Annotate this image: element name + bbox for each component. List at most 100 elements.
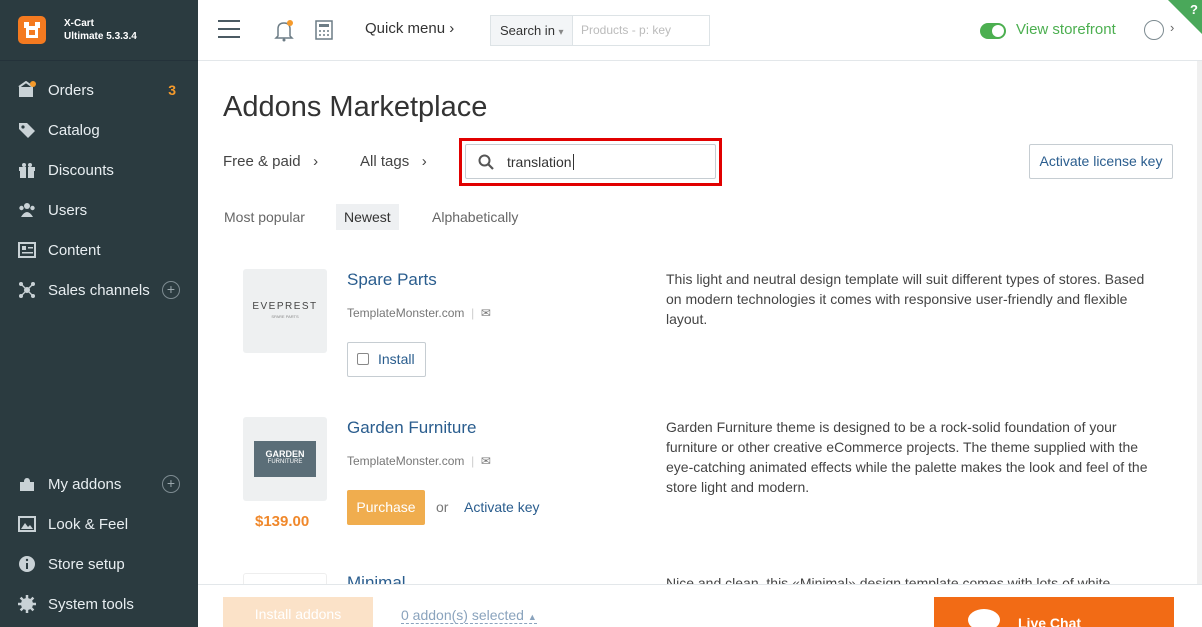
content-icon bbox=[18, 242, 36, 258]
or-text: or bbox=[436, 499, 449, 515]
add-sales-channel-plus-icon[interactable]: + bbox=[162, 281, 180, 299]
quick-menu[interactable]: Quick menu › bbox=[365, 20, 454, 37]
addon-title[interactable]: Spare Parts bbox=[347, 270, 437, 290]
sidebar-item-label: Content bbox=[48, 241, 101, 259]
install-addons-button[interactable]: Install addons bbox=[223, 597, 373, 627]
calculator-icon[interactable] bbox=[315, 20, 333, 40]
top-header: Quick menu › Search in ▾ Products - p: k… bbox=[198, 0, 1202, 61]
live-chat-label: Live Chat bbox=[1018, 615, 1082, 627]
storefront-toggle[interactable] bbox=[980, 23, 1006, 39]
sort-newest[interactable]: Newest bbox=[336, 204, 399, 230]
brand: X-Cart Ultimate 5.3.3.4 bbox=[0, 0, 198, 61]
live-chat-button[interactable]: Live Chat bbox=[934, 597, 1174, 627]
tags-filter[interactable]: All tags › bbox=[360, 153, 427, 170]
vendor-name: TemplateMonster.com bbox=[347, 454, 465, 468]
price-filter-label: Free & paid bbox=[223, 153, 301, 170]
search-in-label: Search in bbox=[500, 23, 555, 38]
install-label: Install bbox=[378, 351, 415, 367]
sidebar-item-label: Sales channels bbox=[48, 281, 150, 299]
install-checkbox[interactable] bbox=[357, 353, 369, 365]
search-in-select[interactable]: Search in ▾ bbox=[491, 16, 573, 45]
brand-version: Ultimate 5.3.3.4 bbox=[64, 31, 137, 42]
sidebar-item-orders[interactable]: Orders 3 bbox=[0, 70, 198, 110]
view-storefront-link[interactable]: View storefront bbox=[1016, 21, 1116, 38]
addon-price: $139.00 bbox=[255, 513, 310, 530]
activate-license-key-button[interactable]: Activate license key bbox=[1029, 144, 1173, 179]
bell-icon[interactable] bbox=[274, 20, 294, 42]
sidebar-item-system-tools[interactable]: System tools bbox=[0, 584, 198, 624]
quick-menu-label: Quick menu bbox=[365, 20, 446, 37]
header-search-input[interactable]: Products - p: key bbox=[573, 16, 709, 45]
sidebar-item-label: Look & Feel bbox=[48, 515, 129, 533]
main-content: Addons Marketplace Free & paid › All tag… bbox=[198, 61, 1197, 627]
selected-count-label: 0 addon(s) selected bbox=[401, 607, 524, 623]
chat-bubble-icon bbox=[968, 609, 1000, 627]
sidebar: X-Cart Ultimate 5.3.3.4 Orders 3 Catalog… bbox=[0, 0, 198, 627]
sidebar-item-label: Discounts bbox=[48, 161, 114, 179]
caret-up-icon: ▲ bbox=[527, 612, 537, 622]
page-title: Addons Marketplace bbox=[223, 91, 488, 123]
sidebar-item-label: Users bbox=[48, 201, 88, 219]
sidebar-item-label: Catalog bbox=[48, 121, 100, 139]
sidebar-item-label: System tools bbox=[48, 595, 134, 613]
chevron-right-icon: › bbox=[313, 153, 319, 170]
orders-count-badge: 3 bbox=[168, 82, 176, 98]
thumbnail-logo-text: GARDEN bbox=[265, 449, 305, 459]
envelope-icon[interactable]: ✉ bbox=[481, 306, 491, 320]
sidebar-item-label: Orders bbox=[48, 81, 94, 99]
brand-name: X-Cart bbox=[64, 18, 95, 29]
chevron-right-icon: › bbox=[449, 20, 455, 37]
sort-most-popular[interactable]: Most popular bbox=[216, 204, 313, 230]
header-search: Search in ▾ Products - p: key bbox=[490, 15, 710, 46]
sidebar-item-users[interactable]: Users bbox=[0, 190, 198, 230]
addon-title[interactable]: Garden Furniture bbox=[347, 418, 476, 438]
user-avatar-icon[interactable] bbox=[1144, 20, 1164, 40]
thumbnail-logo-text: EVEPREST bbox=[252, 301, 318, 312]
install-button[interactable]: Install bbox=[347, 342, 426, 377]
sidebar-item-discounts[interactable]: Discounts bbox=[0, 150, 198, 190]
add-addon-plus-icon[interactable]: + bbox=[162, 475, 180, 493]
activate-key-link[interactable]: Activate key bbox=[464, 499, 539, 515]
thumbnail-sub-text: SPARE PARTS bbox=[271, 314, 299, 319]
caret-down-icon: ▾ bbox=[558, 27, 564, 38]
sidebar-item-content[interactable]: Content bbox=[0, 230, 198, 270]
addon-description: This light and neutral design template w… bbox=[666, 271, 1145, 327]
bottom-action-bar: Install addons 0 addon(s) selected ▲ Liv… bbox=[198, 584, 1202, 627]
price-filter[interactable]: Free & paid › bbox=[223, 153, 318, 170]
selected-addons-toggle[interactable]: 0 addon(s) selected ▲ bbox=[401, 607, 537, 624]
sidebar-item-my-addons[interactable]: My addons + bbox=[0, 464, 198, 504]
addon-search-input[interactable]: translation bbox=[465, 144, 716, 179]
puzzle-icon bbox=[20, 478, 34, 491]
envelope-icon[interactable]: ✉ bbox=[481, 454, 491, 468]
hamburger-menu-icon[interactable] bbox=[218, 20, 240, 38]
tags-filter-label: All tags bbox=[360, 153, 410, 170]
info-icon bbox=[19, 556, 35, 572]
sidebar-item-look-feel[interactable]: Look & Feel bbox=[0, 504, 198, 544]
sidebar-item-sales-channels[interactable]: Sales channels + bbox=[0, 270, 198, 310]
purchase-button[interactable]: Purchase bbox=[347, 490, 425, 525]
addon-description: Garden Furniture theme is designed to be… bbox=[666, 419, 1148, 495]
search-value: translation bbox=[507, 154, 574, 170]
garden-furniture-thumbnail[interactable]: GARDEN FURNITURE bbox=[243, 417, 327, 501]
sidebar-item-catalog[interactable]: Catalog bbox=[0, 110, 198, 150]
users-icon bbox=[19, 203, 35, 217]
image-icon bbox=[18, 516, 36, 532]
thumbnail-sub-text: FURNITURE bbox=[267, 459, 303, 465]
help-icon[interactable]: ? bbox=[1190, 2, 1198, 17]
orders-icon bbox=[18, 81, 36, 97]
search-icon bbox=[478, 154, 494, 170]
addon-vendor: TemplateMonster.com | ✉ bbox=[347, 454, 491, 468]
thumbnail-logo: GARDEN FURNITURE bbox=[254, 441, 316, 477]
scrollbar[interactable] bbox=[1197, 61, 1202, 627]
xcart-logo-icon[interactable] bbox=[18, 16, 46, 44]
sidebar-item-label: My addons bbox=[48, 475, 122, 493]
sidebar-item-store-setup[interactable]: Store setup bbox=[0, 544, 198, 584]
spare-parts-thumbnail[interactable]: EVEPREST SPARE PARTS bbox=[243, 269, 327, 353]
gear-icon bbox=[18, 595, 36, 613]
vendor-name: TemplateMonster.com bbox=[347, 306, 465, 320]
addon-vendor: TemplateMonster.com | ✉ bbox=[347, 306, 491, 320]
gift-icon bbox=[19, 163, 35, 178]
sort-alphabetically[interactable]: Alphabetically bbox=[424, 204, 526, 230]
sidebar-item-label: Store setup bbox=[48, 555, 125, 573]
network-icon bbox=[19, 282, 35, 298]
